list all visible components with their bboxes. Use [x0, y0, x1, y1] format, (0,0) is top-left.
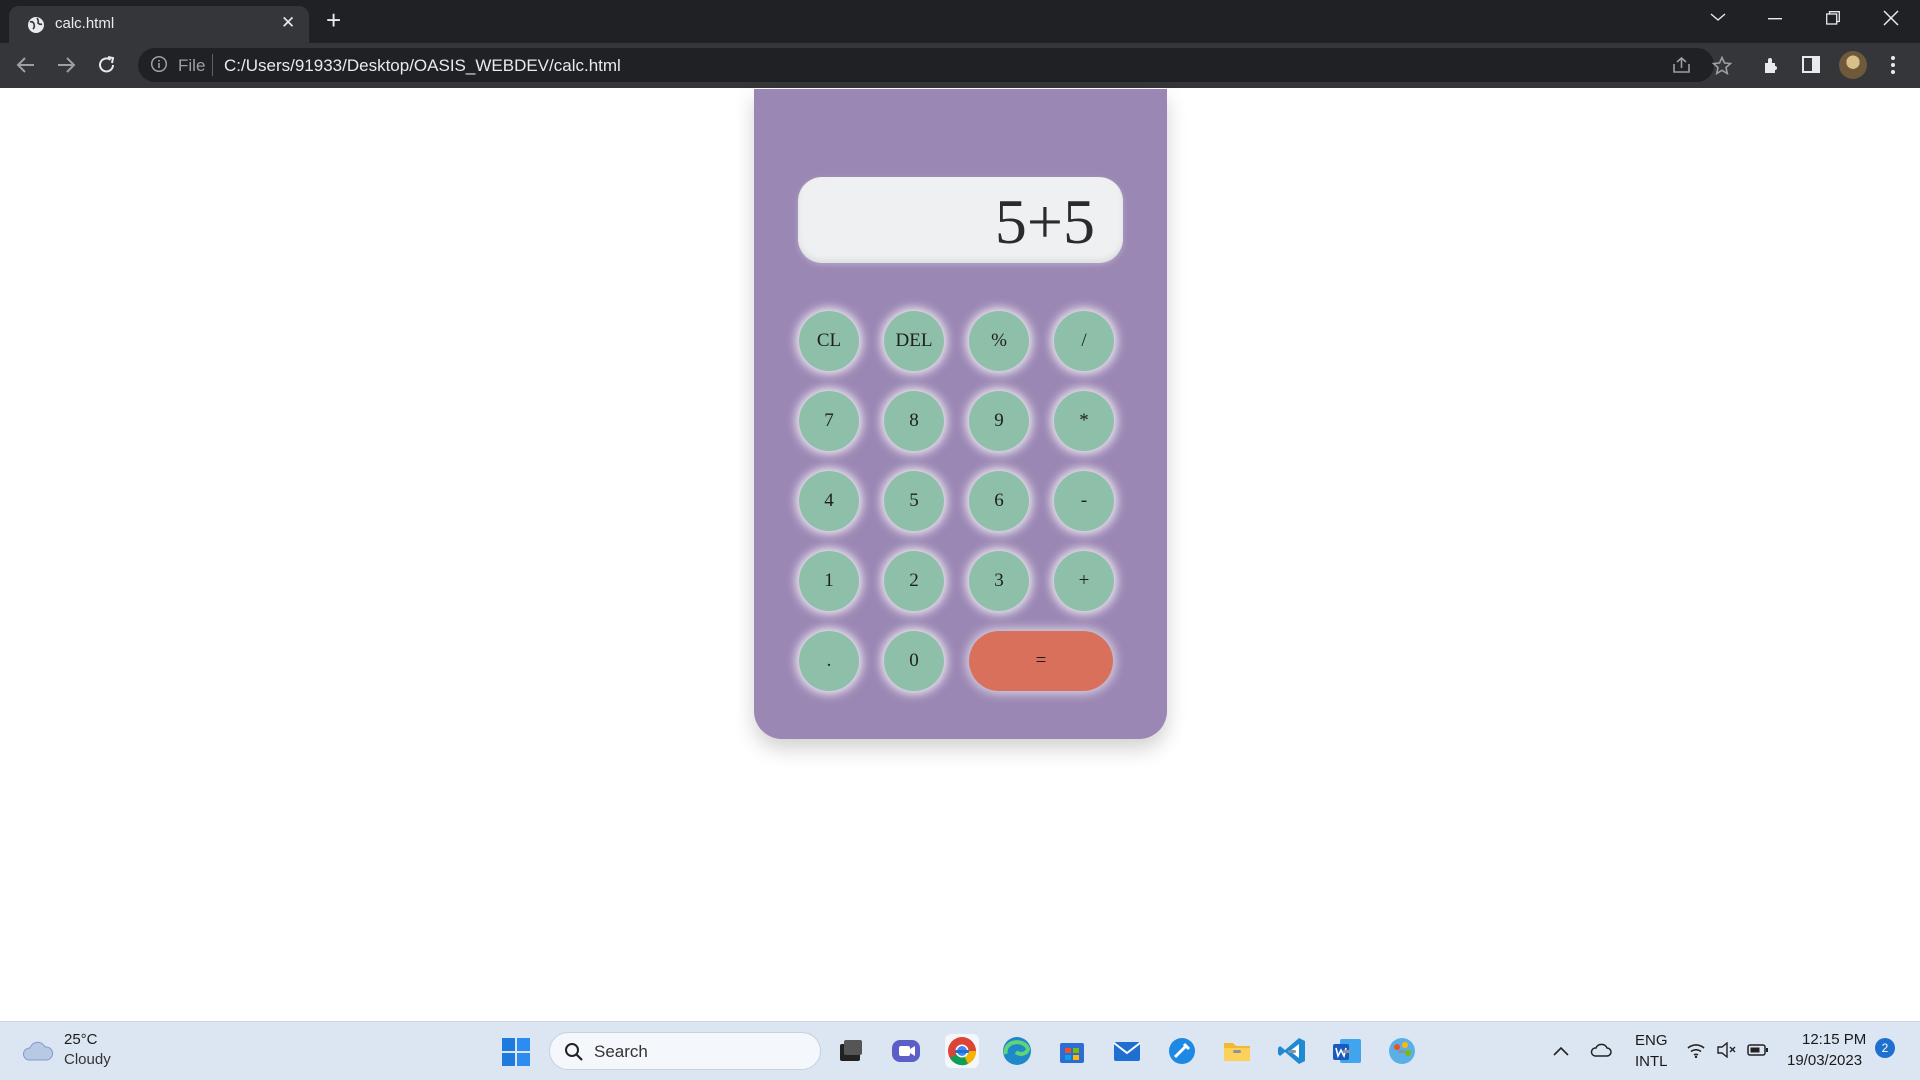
display-value: 5+5 — [994, 186, 1095, 257]
minus-button[interactable]: - — [1054, 471, 1114, 531]
seven-button[interactable]: 7 — [799, 391, 859, 451]
mail-icon[interactable] — [1110, 1034, 1144, 1068]
tab-close-icon[interactable]: ✕ — [281, 13, 295, 33]
clock-date[interactable]: 19/03/2023 — [1787, 1052, 1862, 1069]
info-icon[interactable] — [150, 55, 168, 73]
tab-search-chevron-icon[interactable] — [1710, 12, 1726, 22]
paint-running-indicator — [1398, 1050, 1406, 1053]
speaker-muted-icon[interactable] — [1716, 1042, 1736, 1058]
word-running-indicator — [1343, 1050, 1351, 1053]
new-tab-icon[interactable]: + — [326, 6, 341, 34]
restore-icon[interactable] — [1826, 11, 1840, 25]
two-button[interactable]: 2 — [884, 551, 944, 611]
url-scheme: File — [178, 56, 206, 75]
url-text[interactable]: C:/Users/91933/Desktop/OASIS_WEBDEV/calc… — [224, 56, 621, 76]
onedrive-icon[interactable] — [1590, 1042, 1612, 1058]
tab-title: calc.html — [55, 15, 115, 32]
nine-button[interactable]: 9 — [969, 391, 1029, 451]
plus-button[interactable]: + — [1054, 551, 1114, 611]
tab-calc[interactable]: calc.html ✕ — [9, 6, 309, 43]
language-indicator[interactable]: ENG — [1635, 1032, 1668, 1049]
windows-start-icon[interactable] — [502, 1038, 530, 1066]
delete-button[interactable]: DEL — [884, 311, 944, 371]
divide-button[interactable]: / — [1054, 311, 1114, 371]
url-separator — [212, 54, 213, 76]
reload-icon[interactable] — [97, 55, 117, 75]
close-window-icon[interactable] — [1883, 10, 1899, 26]
address-bar[interactable]: File C:/Users/91933/Desktop/OASIS_WEBDEV… — [138, 48, 1732, 82]
teams-chat-icon[interactable] — [889, 1034, 923, 1068]
equals-button[interactable]: = — [969, 631, 1113, 691]
search-icon — [565, 1043, 583, 1061]
weather-condition[interactable]: Cloudy — [64, 1051, 111, 1068]
file-explorer-running-indicator — [1233, 1050, 1241, 1053]
vscode-running-indicator — [1288, 1050, 1296, 1053]
share-icon[interactable] — [1672, 56, 1692, 74]
task-view-icon[interactable] — [834, 1034, 868, 1068]
keyboard-layout-indicator[interactable]: INTL — [1635, 1053, 1668, 1070]
three-button[interactable]: 3 — [969, 551, 1029, 611]
back-icon[interactable] — [16, 56, 36, 74]
weather-temperature[interactable]: 25°C — [64, 1031, 98, 1048]
taskbar-search[interactable]: Search — [549, 1032, 821, 1070]
calculator: 5+5 CL DEL % / 7 8 9 * 4 5 6 - 1 2 3 + .… — [754, 89, 1167, 739]
menu-kebab-icon[interactable] — [1890, 55, 1896, 75]
notification-badge[interactable]: 2 — [1875, 1038, 1895, 1058]
decimal-button[interactable]: . — [799, 631, 859, 691]
browser-toolbar: File C:/Users/91933/Desktop/OASIS_WEBDEV… — [0, 43, 1920, 88]
cloud-icon[interactable] — [22, 1040, 54, 1062]
show-hidden-icons-chevron-icon[interactable] — [1553, 1046, 1569, 1056]
four-button[interactable]: 4 — [799, 471, 859, 531]
wifi-icon[interactable] — [1686, 1042, 1706, 1058]
clear-button[interactable]: CL — [799, 311, 859, 371]
eight-button[interactable]: 8 — [884, 391, 944, 451]
one-button[interactable]: 1 — [799, 551, 859, 611]
calculator-display: 5+5 — [798, 177, 1123, 263]
side-panel-icon[interactable] — [1802, 56, 1820, 73]
zero-button[interactable]: 0 — [884, 631, 944, 691]
calculator-top — [754, 89, 1167, 129]
battery-icon[interactable] — [1747, 1043, 1769, 1057]
microsoft-store-icon[interactable] — [1055, 1034, 1089, 1068]
search-placeholder: Search — [594, 1042, 648, 1061]
six-button[interactable]: 6 — [969, 471, 1029, 531]
tools-app-icon[interactable] — [1165, 1034, 1199, 1068]
five-button[interactable]: 5 — [884, 471, 944, 531]
globe-icon — [28, 17, 44, 33]
forward-icon[interactable] — [56, 56, 76, 74]
clock-time[interactable]: 12:15 PM — [1802, 1031, 1866, 1048]
minimize-icon[interactable] — [1768, 18, 1782, 20]
extensions-icon[interactable] — [1762, 55, 1782, 75]
browser-titlebar: calc.html ✕ + — [0, 0, 1920, 43]
edge-icon[interactable] — [1000, 1034, 1034, 1068]
bookmark-star-icon[interactable] — [1712, 56, 1732, 75]
chrome-active-indicator — [955, 1050, 969, 1053]
percent-button[interactable]: % — [969, 311, 1029, 371]
multiply-button[interactable]: * — [1054, 391, 1114, 451]
profile-avatar[interactable] — [1839, 51, 1867, 79]
